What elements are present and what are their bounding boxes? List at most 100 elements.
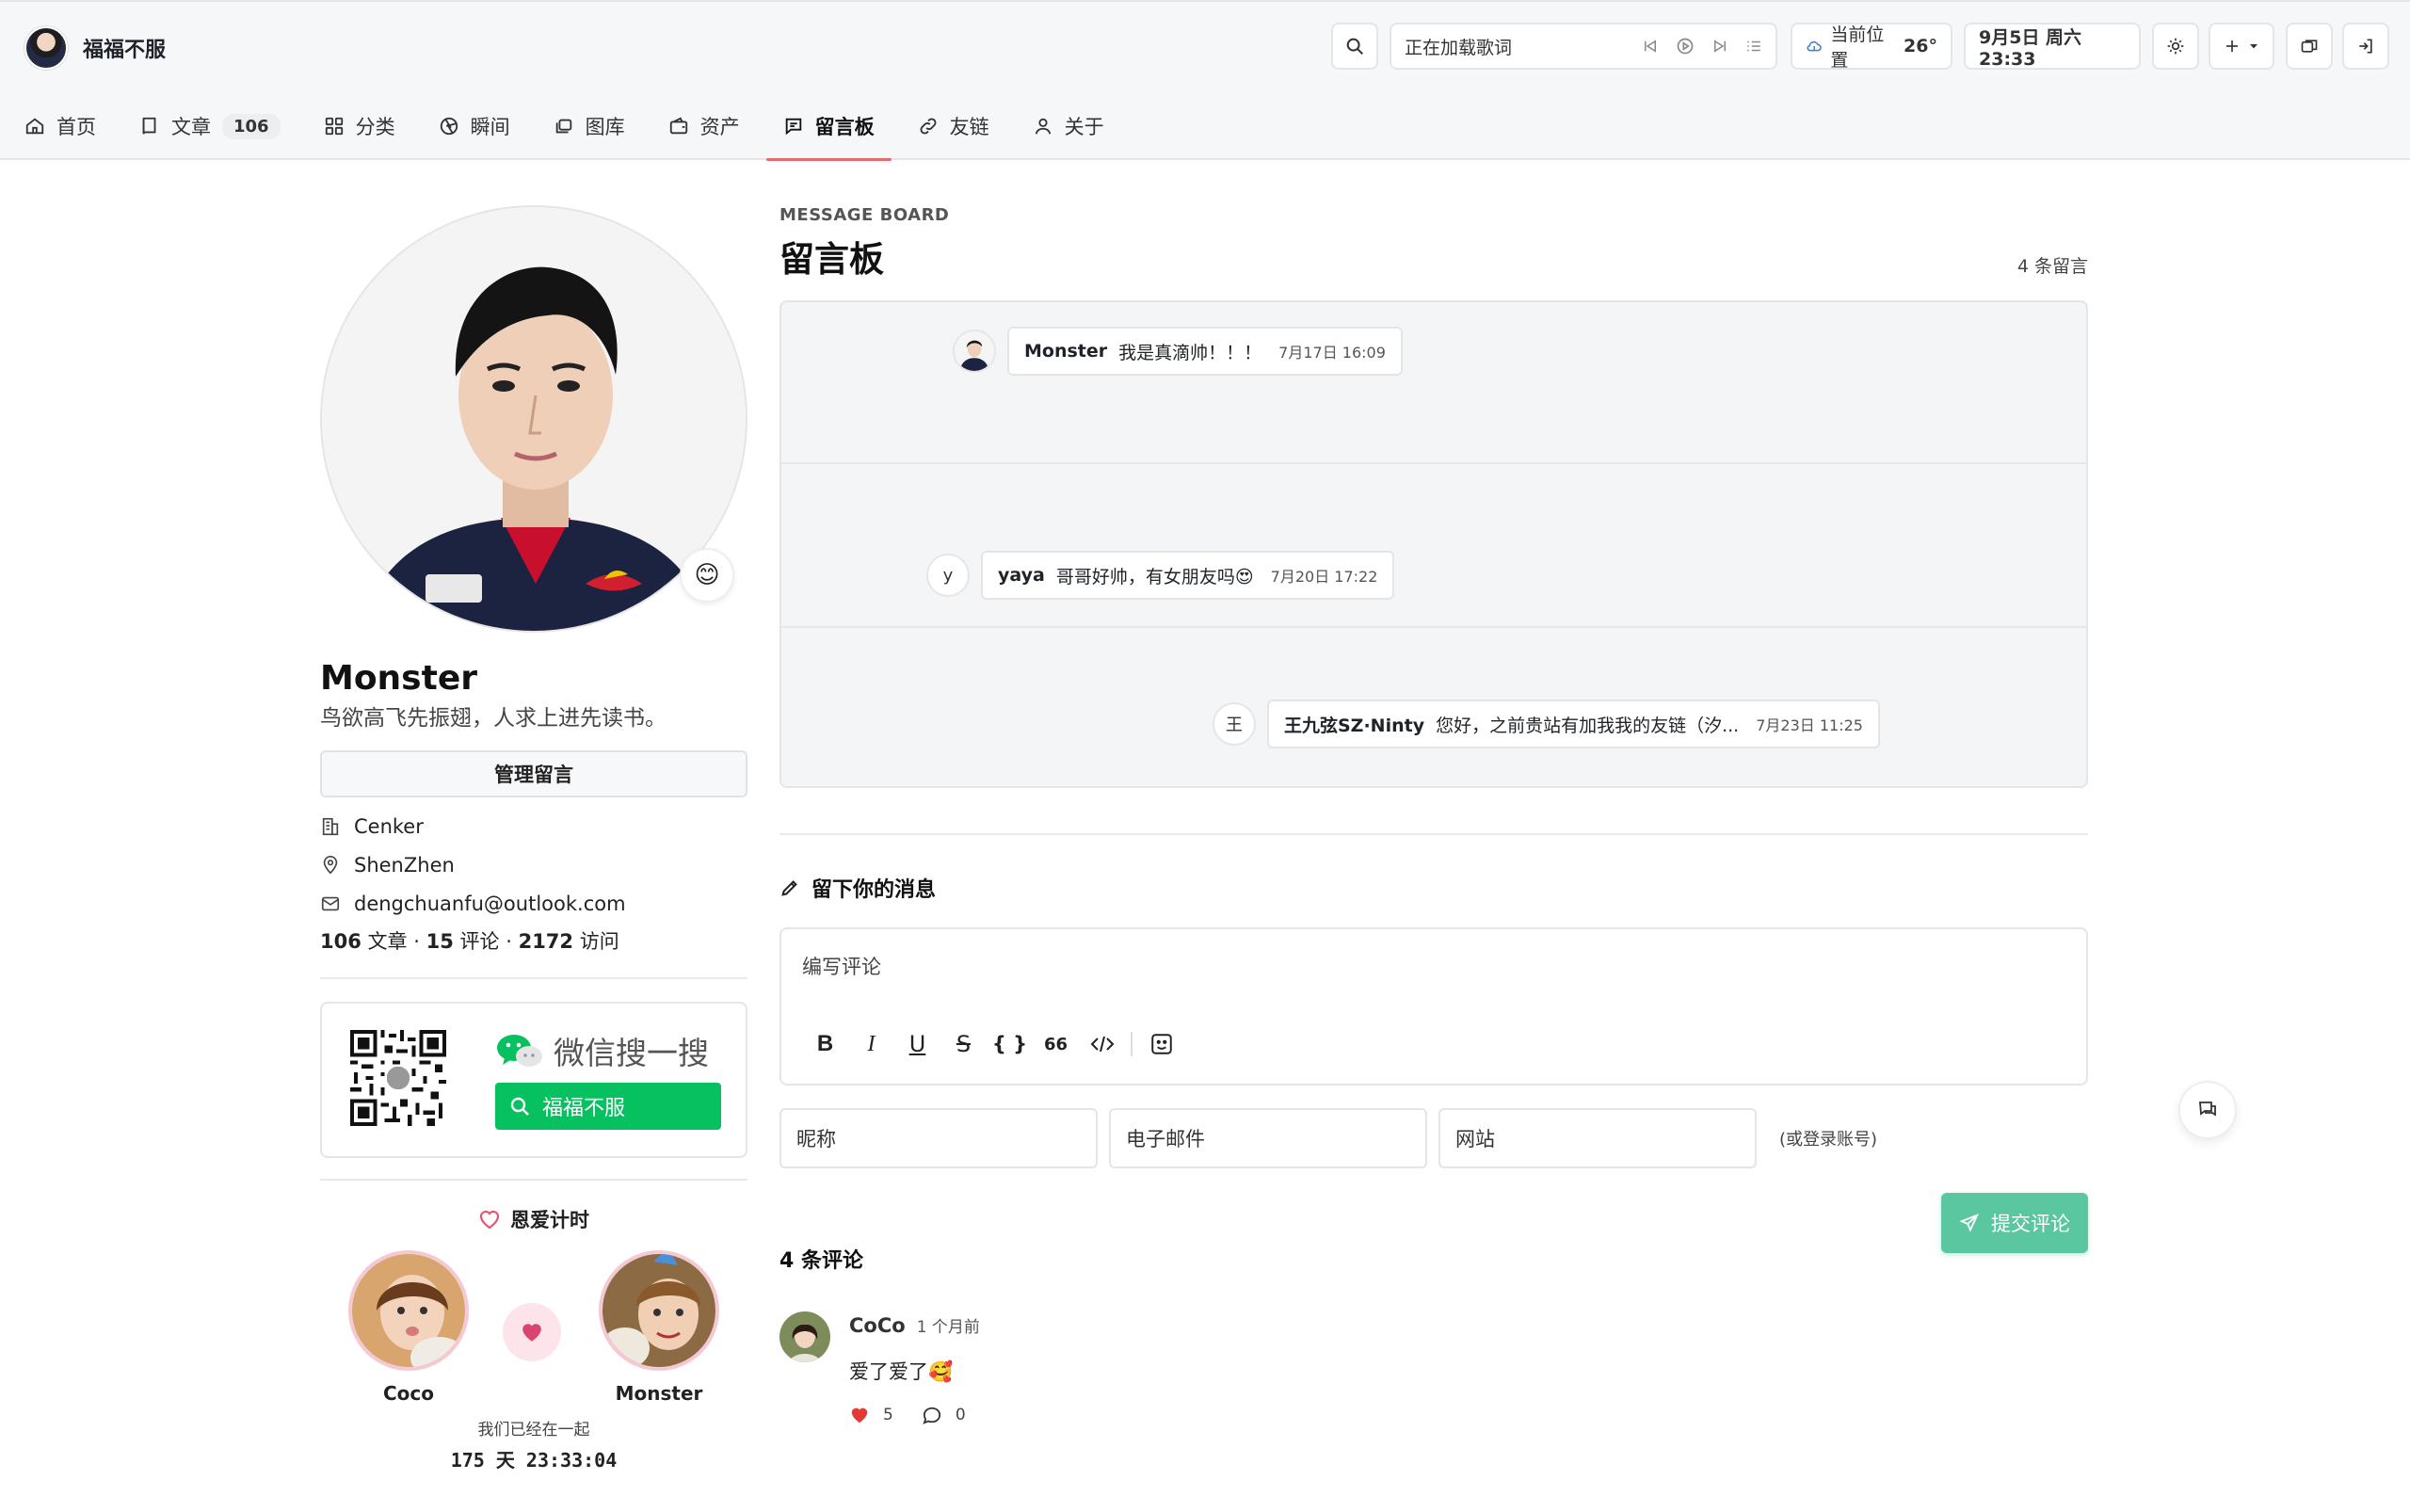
stat-comments-num: 15 — [426, 930, 454, 953]
bold-button[interactable]: B — [802, 1025, 848, 1063]
pencil-icon — [781, 880, 797, 896]
login-button[interactable] — [2342, 23, 2389, 70]
previous-track-icon[interactable] — [1642, 38, 1659, 55]
nav-home[interactable]: 首页 — [24, 104, 96, 149]
profile-name: Monster — [320, 659, 477, 698]
chat-toggle-icon — [2199, 1102, 2216, 1117]
nav-assets-label: 资产 — [699, 116, 740, 138]
email-text[interactable]: dengchuanfu@outlook.com — [354, 893, 626, 915]
reply-button[interactable]: 0 — [922, 1406, 966, 1424]
code-block-button[interactable]: { } — [987, 1025, 1033, 1063]
danmaku-item[interactable]: Monster 我是真滴帅！！！ 7月17日 16:09 — [953, 327, 1403, 376]
danmaku-text: 您好，之前贵站有加我我的友链（汐... — [1436, 715, 1740, 736]
website-input[interactable]: 网站 — [1438, 1108, 1757, 1168]
search-button[interactable] — [1331, 23, 1378, 70]
comment-nick[interactable]: CoCo — [849, 1314, 906, 1337]
stat-articles-label: 文章 — [367, 930, 408, 953]
site-avatar[interactable] — [24, 26, 68, 70]
sticker-button[interactable] — [1138, 1025, 1184, 1063]
search-icon — [510, 1097, 529, 1116]
email-row[interactable]: dengchuanfu@outlook.com — [320, 884, 747, 923]
emoji-status-button[interactable]: 😊 — [680, 548, 734, 603]
nickname-input[interactable]: 昵称 — [779, 1108, 1098, 1168]
company-row: Cenker — [320, 807, 747, 845]
reply-count: 0 — [955, 1406, 966, 1424]
play-icon[interactable] — [1676, 37, 1695, 56]
nav-home-label: 首页 — [56, 116, 96, 138]
email-input[interactable]: 电子邮件 — [1109, 1108, 1427, 1168]
playlist-icon[interactable] — [1745, 38, 1762, 55]
strikethrough-button[interactable]: S — [940, 1025, 987, 1063]
floating-chat-button[interactable] — [2178, 1081, 2237, 1139]
login-hint[interactable]: (或登录账号) — [1779, 1126, 1877, 1150]
next-track-icon[interactable] — [1711, 38, 1728, 55]
italic-button[interactable]: I — [848, 1025, 894, 1063]
message-count: 4 条留言 — [2016, 256, 2088, 277]
danmaku-nick: 王九弦SZ·Ninty — [1284, 715, 1425, 736]
site-brand[interactable]: 福福不服 — [24, 24, 166, 72]
page-title: 留言板 — [779, 239, 884, 280]
underline-button[interactable]: U — [894, 1025, 940, 1063]
nav-articles[interactable]: 文章 106 — [139, 104, 281, 149]
danmaku-avatar — [953, 330, 996, 373]
link-icon — [920, 118, 937, 135]
wallet-icon — [669, 117, 687, 135]
comment-avatar[interactable] — [779, 1311, 830, 1362]
danmaku-item[interactable]: 王 王九弦SZ·Ninty 您好，之前贵站有加我我的友链（汐... 7月23日 … — [1213, 700, 1880, 748]
danmaku-nick: Monster — [1024, 341, 1108, 362]
danmaku-nick: yaya — [998, 565, 1045, 586]
nav-about-label: 关于 — [1064, 116, 1104, 138]
website-placeholder: 网站 — [1455, 1128, 1495, 1150]
editor-toolbar: B I U S { } 66 — [802, 1025, 1184, 1063]
partner-name-left: Coco — [382, 1382, 434, 1405]
nav-links[interactable]: 友链 — [918, 104, 989, 149]
like-button[interactable]: 5 — [849, 1406, 893, 1424]
nav-gallery[interactable]: 图库 — [554, 104, 625, 149]
danmaku-item[interactable]: y yaya 哥哥好帅，有女朋友吗😍 7月20日 17:22 — [926, 551, 1395, 600]
partner-avatar-left — [348, 1250, 469, 1371]
home-icon — [25, 118, 44, 135]
chat-bubble-icon — [923, 1407, 940, 1424]
lane-divider — [781, 462, 2086, 464]
nickname-placeholder: 昵称 — [796, 1128, 836, 1150]
nav-about[interactable]: 关于 — [1033, 104, 1104, 149]
nav-moments-label: 瞬间 — [470, 116, 510, 138]
submit-comment-button[interactable]: 提交评论 — [1941, 1193, 2088, 1253]
comment-editor[interactable]: 编写评论 B I U S { } 66 — [779, 927, 2088, 1086]
couple-avatars: Coco Monster — [320, 1250, 747, 1416]
code-icon — [1090, 1036, 1114, 1053]
window-switch-button[interactable] — [2286, 23, 2333, 70]
comment-editor-placeholder: 编写评论 — [802, 956, 881, 978]
send-icon — [1959, 1214, 1980, 1232]
manage-messages-button[interactable]: 管理留言 — [320, 750, 747, 797]
nav-categories[interactable]: 分类 — [324, 104, 395, 149]
lane-divider — [781, 626, 2086, 628]
location-pin-icon — [323, 855, 338, 874]
weather-widget[interactable]: 当前位置 26° — [1791, 23, 1952, 71]
quote-button[interactable]: 66 — [1033, 1025, 1079, 1063]
sidebar-divider — [320, 1179, 747, 1181]
inline-code-button[interactable] — [1079, 1025, 1125, 1063]
nav-moments[interactable]: 瞬间 — [439, 104, 510, 149]
add-dropdown[interactable] — [2209, 23, 2274, 70]
company-text: Cenker — [354, 814, 424, 838]
comment-actions: 5 0 — [849, 1406, 994, 1424]
danmaku-time: 7月23日 11:25 — [1756, 716, 1863, 734]
love-title-text: 恩爱计时 — [510, 1209, 589, 1231]
wechat-search-bar[interactable]: 福福不服 — [495, 1083, 721, 1130]
message-icon — [785, 118, 801, 136]
wechat-search-text: 福福不服 — [542, 1097, 626, 1120]
together-label: 我们已经在一起 — [477, 1421, 590, 1440]
theme-toggle[interactable] — [2152, 23, 2199, 70]
wechat-search-title: 微信搜一搜 — [495, 1028, 709, 1073]
stat-comments-label: 评论 — [459, 930, 500, 953]
danmaku-bubble: Monster 我是真滴帅！！！ 7月17日 16:09 — [1007, 327, 1403, 376]
nav-guestbook[interactable]: 留言板 — [765, 104, 892, 161]
sticker-icon — [1150, 1034, 1172, 1054]
nav-assets[interactable]: 资产 — [668, 104, 740, 149]
site-name[interactable]: 福福不服 — [83, 33, 166, 63]
partner-name-right: Monster — [615, 1382, 703, 1405]
danmaku-avatar: y — [926, 554, 970, 597]
danmaku-text: 我是真滴帅！！！ — [1118, 342, 1262, 363]
plus-icon — [2226, 40, 2238, 52]
